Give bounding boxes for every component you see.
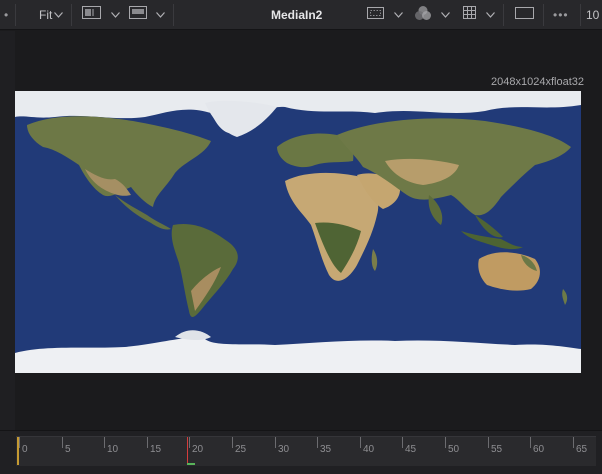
viewer-toolbar: • Fit MediaIn2 ••• 10 xyxy=(0,0,602,30)
roi-icon xyxy=(367,6,384,24)
chevron-down-icon[interactable] xyxy=(111,12,120,18)
toolbar-divider xyxy=(543,4,544,26)
timeline-tick-label: 5 xyxy=(65,444,71,455)
next-panel-indicator: 10 xyxy=(586,0,599,30)
timeline-tick-label: 45 xyxy=(405,444,417,455)
window-button[interactable] xyxy=(515,0,534,30)
timeline-tick-label: 60 xyxy=(533,444,545,455)
timeline-tick-label: 35 xyxy=(320,444,332,455)
resolution-label: 2048x1024xfloat32 xyxy=(491,76,584,88)
more-icon: ••• xyxy=(553,8,569,22)
timeline-tick-label: 50 xyxy=(448,444,460,455)
toolbar-divider xyxy=(173,4,174,26)
timeline-tick xyxy=(445,437,446,448)
timeline-tick-label: 25 xyxy=(235,444,247,455)
timeline-tick-label: 30 xyxy=(278,444,290,455)
fit-dropdown[interactable]: Fit xyxy=(39,0,64,30)
roi-button[interactable] xyxy=(367,0,403,30)
grid-button[interactable] xyxy=(463,0,495,30)
fit-label: Fit xyxy=(39,8,53,22)
timeline-tick xyxy=(147,437,148,448)
timeline-tick xyxy=(360,437,361,448)
toolbar-divider xyxy=(15,4,16,26)
color-channels-button[interactable] xyxy=(414,0,450,30)
timeline-tick xyxy=(275,437,276,448)
timeline-tick xyxy=(232,437,233,448)
timeline-tick xyxy=(530,437,531,448)
split-view-button[interactable] xyxy=(82,0,120,30)
grid-icon xyxy=(463,6,476,24)
timeline-tick-label: 10 xyxy=(107,444,119,455)
timeline-tick-label: 20 xyxy=(192,444,204,455)
split-view-icon xyxy=(82,6,101,24)
timeline-tick xyxy=(19,437,20,448)
chevron-down-icon xyxy=(54,12,64,18)
left-dot: • xyxy=(4,0,8,30)
timeline-tick-label: 15 xyxy=(150,444,162,455)
playhead-marker xyxy=(187,463,195,465)
color-channels-icon xyxy=(414,5,432,26)
window-icon xyxy=(515,6,534,24)
timeline-tick xyxy=(573,437,574,448)
toolbar-divider xyxy=(503,4,504,26)
viewer-left-edge xyxy=(0,31,15,430)
playhead[interactable] xyxy=(187,437,188,465)
timeline-tick xyxy=(317,437,318,448)
world-map-graphic xyxy=(15,91,581,373)
timeline-tick-label: 55 xyxy=(491,444,503,455)
timeline-tick-label: 40 xyxy=(363,444,375,455)
timeline-tick xyxy=(402,437,403,448)
timeline-tick xyxy=(189,437,190,448)
chevron-down-icon[interactable] xyxy=(394,12,403,18)
chevron-down-icon[interactable] xyxy=(486,12,495,18)
display-icon xyxy=(129,6,147,24)
chevron-down-icon[interactable] xyxy=(156,12,165,18)
left-dot-label: • xyxy=(4,8,9,22)
timeline-tick-label: 0 xyxy=(22,444,28,455)
next-panel-number: 10 xyxy=(586,8,600,22)
more-button[interactable]: ••• xyxy=(553,0,569,30)
timeline-ruler[interactable] xyxy=(16,436,596,466)
timeline-tick xyxy=(62,437,63,448)
chevron-down-icon[interactable] xyxy=(441,12,450,18)
node-name: MediaIn2 xyxy=(271,8,323,22)
toolbar-divider xyxy=(71,4,72,26)
display-button[interactable] xyxy=(129,0,165,30)
viewer-title: MediaIn2 xyxy=(271,0,322,30)
toolbar-divider xyxy=(580,4,581,26)
timeline-tick-label: 65 xyxy=(576,444,588,455)
timeline-tick xyxy=(104,437,105,448)
world-map-image[interactable] xyxy=(15,91,581,373)
timeline-tick xyxy=(488,437,489,448)
